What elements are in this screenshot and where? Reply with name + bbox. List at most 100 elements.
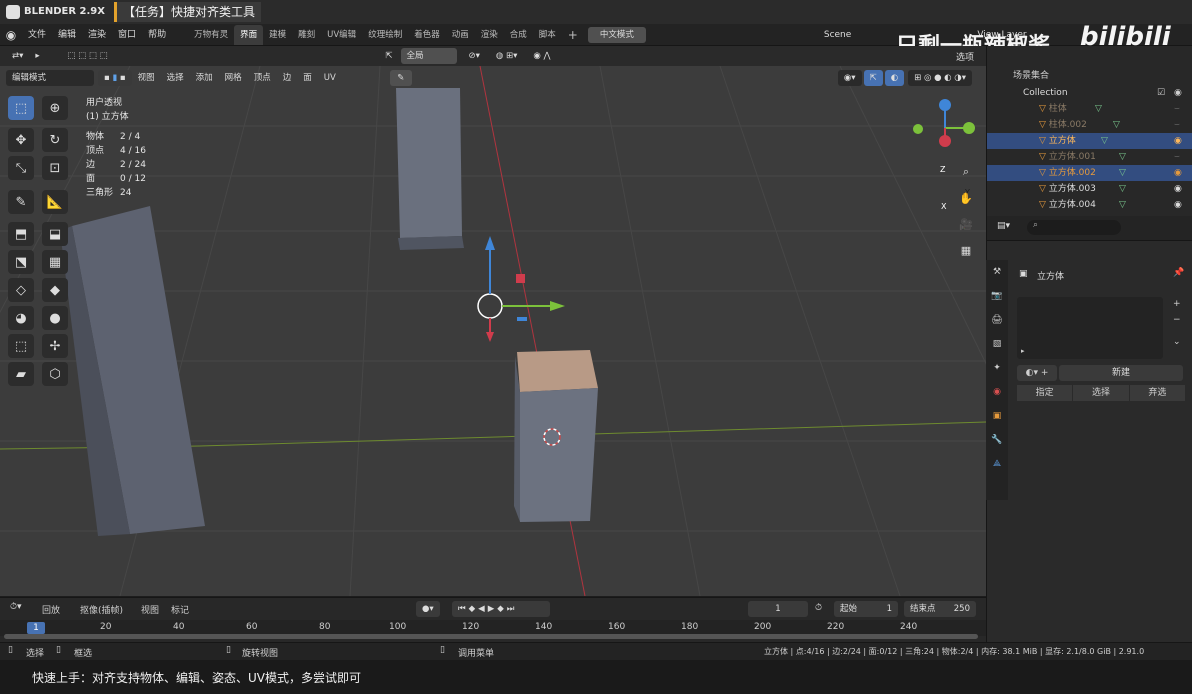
snap-icon[interactable]: ◍ ⊞▾: [489, 48, 524, 64]
eye-icon[interactable]: ◉: [1174, 85, 1182, 101]
select-button[interactable]: 选择: [1073, 385, 1130, 401]
outliner-item[interactable]: ▽ 立方体.004 ▽ ◉: [987, 197, 1192, 213]
menu-file[interactable]: 文件: [22, 24, 52, 46]
render-tab-icon[interactable]: 📷: [986, 284, 1008, 308]
menu-render[interactable]: 渲染: [82, 24, 112, 46]
viewport-menu-view[interactable]: 视图: [132, 68, 161, 88]
playback-controls[interactable]: ⏮◆◀▶◆⏭: [452, 601, 550, 617]
timeline-editor-icon[interactable]: ⏱▾: [10, 602, 22, 612]
viewport-menu-vertex[interactable]: 顶点: [248, 68, 277, 88]
vertex-group-list[interactable]: [1017, 297, 1163, 359]
viewport-menu-select[interactable]: 选择: [161, 68, 190, 88]
scene-collection-row[interactable]: 场景集合: [987, 68, 1192, 84]
eye-icon[interactable]: ◉: [1174, 181, 1182, 197]
gizmo-toggle-icon[interactable]: ⇱: [863, 70, 883, 86]
scene-tab-icon[interactable]: ✦: [986, 356, 1008, 380]
add-icon[interactable]: +: [1173, 299, 1181, 309]
tab-texture-paint[interactable]: 纹理绘制: [362, 25, 408, 45]
shear-tool-icon[interactable]: ▰: [8, 362, 34, 386]
hidden-eye-icon[interactable]: ⌣: [1174, 117, 1180, 133]
rip-tool-icon[interactable]: ⬡: [42, 362, 68, 386]
add-workspace-icon[interactable]: +: [562, 25, 584, 45]
tab-scripting[interactable]: 脚本: [533, 25, 562, 45]
assign-button[interactable]: 指定: [1017, 385, 1074, 401]
shrink-fatten-tool-icon[interactable]: ✢: [42, 334, 68, 358]
eye-icon[interactable]: ◉: [1174, 197, 1182, 213]
timeline-menu-marker[interactable]: 标记: [171, 603, 189, 616]
timeline-scrollbar[interactable]: [4, 634, 978, 639]
eye-icon[interactable]: ◉: [1174, 133, 1182, 149]
scale-tool-icon[interactable]: ⤡: [8, 156, 34, 180]
tab-uv[interactable]: UV编辑: [321, 25, 362, 45]
options-dropdown[interactable]: 选项: [956, 50, 974, 63]
properties-search-input[interactable]: ⌕: [1027, 220, 1121, 235]
collection-row[interactable]: Collection ☑ ◉: [987, 85, 1192, 101]
view-layer-tab-icon[interactable]: ▧: [986, 332, 1008, 356]
viewport-menu-edge[interactable]: 边: [277, 68, 298, 88]
spin-tool-icon[interactable]: ◕: [8, 306, 34, 330]
measure-tool-icon[interactable]: 📐: [42, 190, 68, 214]
world-tab-icon[interactable]: ◉: [986, 380, 1008, 404]
tool-tab-icon[interactable]: ⚒: [986, 260, 1008, 284]
outliner-item-selected[interactable]: ▽ 立方体.002 ▽ ◉: [987, 165, 1192, 181]
select-tool-icon[interactable]: ▸: [35, 48, 56, 64]
mode-dropdown[interactable]: 编辑模式: [6, 70, 94, 86]
outliner-item[interactable]: ▽ 立方体.003 ▽ ◉: [987, 181, 1192, 197]
outliner-item[interactable]: ▽ 柱体.002 ▽ ⌣: [987, 117, 1192, 133]
eyedropper-icon[interactable]: ✎: [389, 70, 412, 86]
outliner-item[interactable]: ▽ 立方体.001 ▽ ⌣: [987, 149, 1192, 165]
pivot-icon[interactable]: ⇱: [379, 48, 399, 64]
cursor-tool-icon[interactable]: ⊕: [42, 96, 68, 120]
deselect-button[interactable]: 弃选: [1129, 385, 1185, 401]
outliner-item-active[interactable]: ▽ 立方体 ▽ ◉: [987, 133, 1192, 149]
end-frame-field[interactable]: 结束点 250: [904, 601, 976, 617]
tab-layout[interactable]: 界面: [234, 24, 264, 45]
scene-selector[interactable]: Scene: [824, 30, 851, 40]
select-box-icon[interactable]: ⬚: [8, 96, 34, 120]
loop-cut-tool-icon[interactable]: ▦: [42, 250, 68, 274]
zoom-icon[interactable]: ⌕: [956, 162, 976, 182]
pivot-dropdown-icon[interactable]: ⊘▾: [462, 48, 486, 64]
rotate-tool-icon[interactable]: ↻: [42, 128, 68, 152]
tab-sculpt[interactable]: 雕刻: [292, 25, 321, 45]
3d-viewport[interactable]: Z Y X: [0, 66, 986, 596]
editor-type-icon[interactable]: ⇄▾: [6, 48, 30, 64]
chinese-mode-button[interactable]: 中文模式: [587, 26, 646, 43]
record-button[interactable]: ●▾: [416, 601, 440, 617]
edge-slide-tool-icon[interactable]: ⬚: [8, 334, 34, 358]
viewport-menu-uv[interactable]: UV: [318, 68, 342, 88]
object-tab-icon[interactable]: ▣: [986, 404, 1008, 428]
viewport-menu-mesh[interactable]: 网格: [219, 68, 248, 88]
annotate-tool-icon[interactable]: ✎: [8, 190, 34, 214]
viewport-menu-face[interactable]: 面: [297, 68, 318, 88]
timeline-menu-playback[interactable]: 回放: [42, 603, 60, 616]
shading-mode-icons[interactable]: ⊞ ◎ ● ◐ ◑▾: [908, 70, 972, 86]
timeline-menu-keying[interactable]: 抠像(插帧): [80, 603, 123, 616]
playhead[interactable]: 1: [27, 622, 45, 634]
inset-tool-icon[interactable]: ⬓: [42, 222, 68, 246]
select-mode-icons[interactable]: ⬚ ⬚ ⬚ ⬚: [61, 48, 142, 64]
proportional-edit-icon[interactable]: ◉ ⋀: [527, 48, 557, 64]
transform-tool-icon[interactable]: ⊡: [42, 156, 68, 180]
pin-icon[interactable]: 📌: [1173, 268, 1184, 278]
current-frame-field[interactable]: 1: [748, 601, 808, 617]
new-button[interactable]: 新建: [1059, 365, 1183, 381]
particles-tab-icon[interactable]: ⟁: [986, 452, 1008, 476]
camera-icon[interactable]: 🎥: [956, 214, 976, 234]
start-frame-field[interactable]: 起始 1: [834, 601, 898, 617]
visibility-icon[interactable]: ◉▾: [837, 70, 862, 86]
knife-tool-icon[interactable]: ◇: [8, 278, 34, 302]
menu-window[interactable]: 窗口: [112, 24, 142, 46]
bevel-tool-icon[interactable]: ⬔: [8, 250, 34, 274]
output-tab-icon[interactable]: 🖨: [986, 308, 1008, 332]
modifier-tab-icon[interactable]: 🔧: [986, 428, 1008, 452]
vertex-edge-face-icons[interactable]: ▪ ▮ ▪: [98, 70, 132, 86]
viewport-menu-add[interactable]: 添加: [190, 68, 219, 88]
hidden-eye-icon[interactable]: ⌣: [1174, 101, 1180, 117]
tab-rendering[interactable]: 渲染: [475, 25, 504, 45]
checkbox-icon[interactable]: ☑: [1157, 85, 1165, 101]
tab-animation[interactable]: 动画: [446, 25, 475, 45]
tab-wanwu[interactable]: 万物有灵: [188, 25, 234, 45]
poly-build-tool-icon[interactable]: ◆: [42, 278, 68, 302]
tab-compositing[interactable]: 合成: [504, 25, 533, 45]
